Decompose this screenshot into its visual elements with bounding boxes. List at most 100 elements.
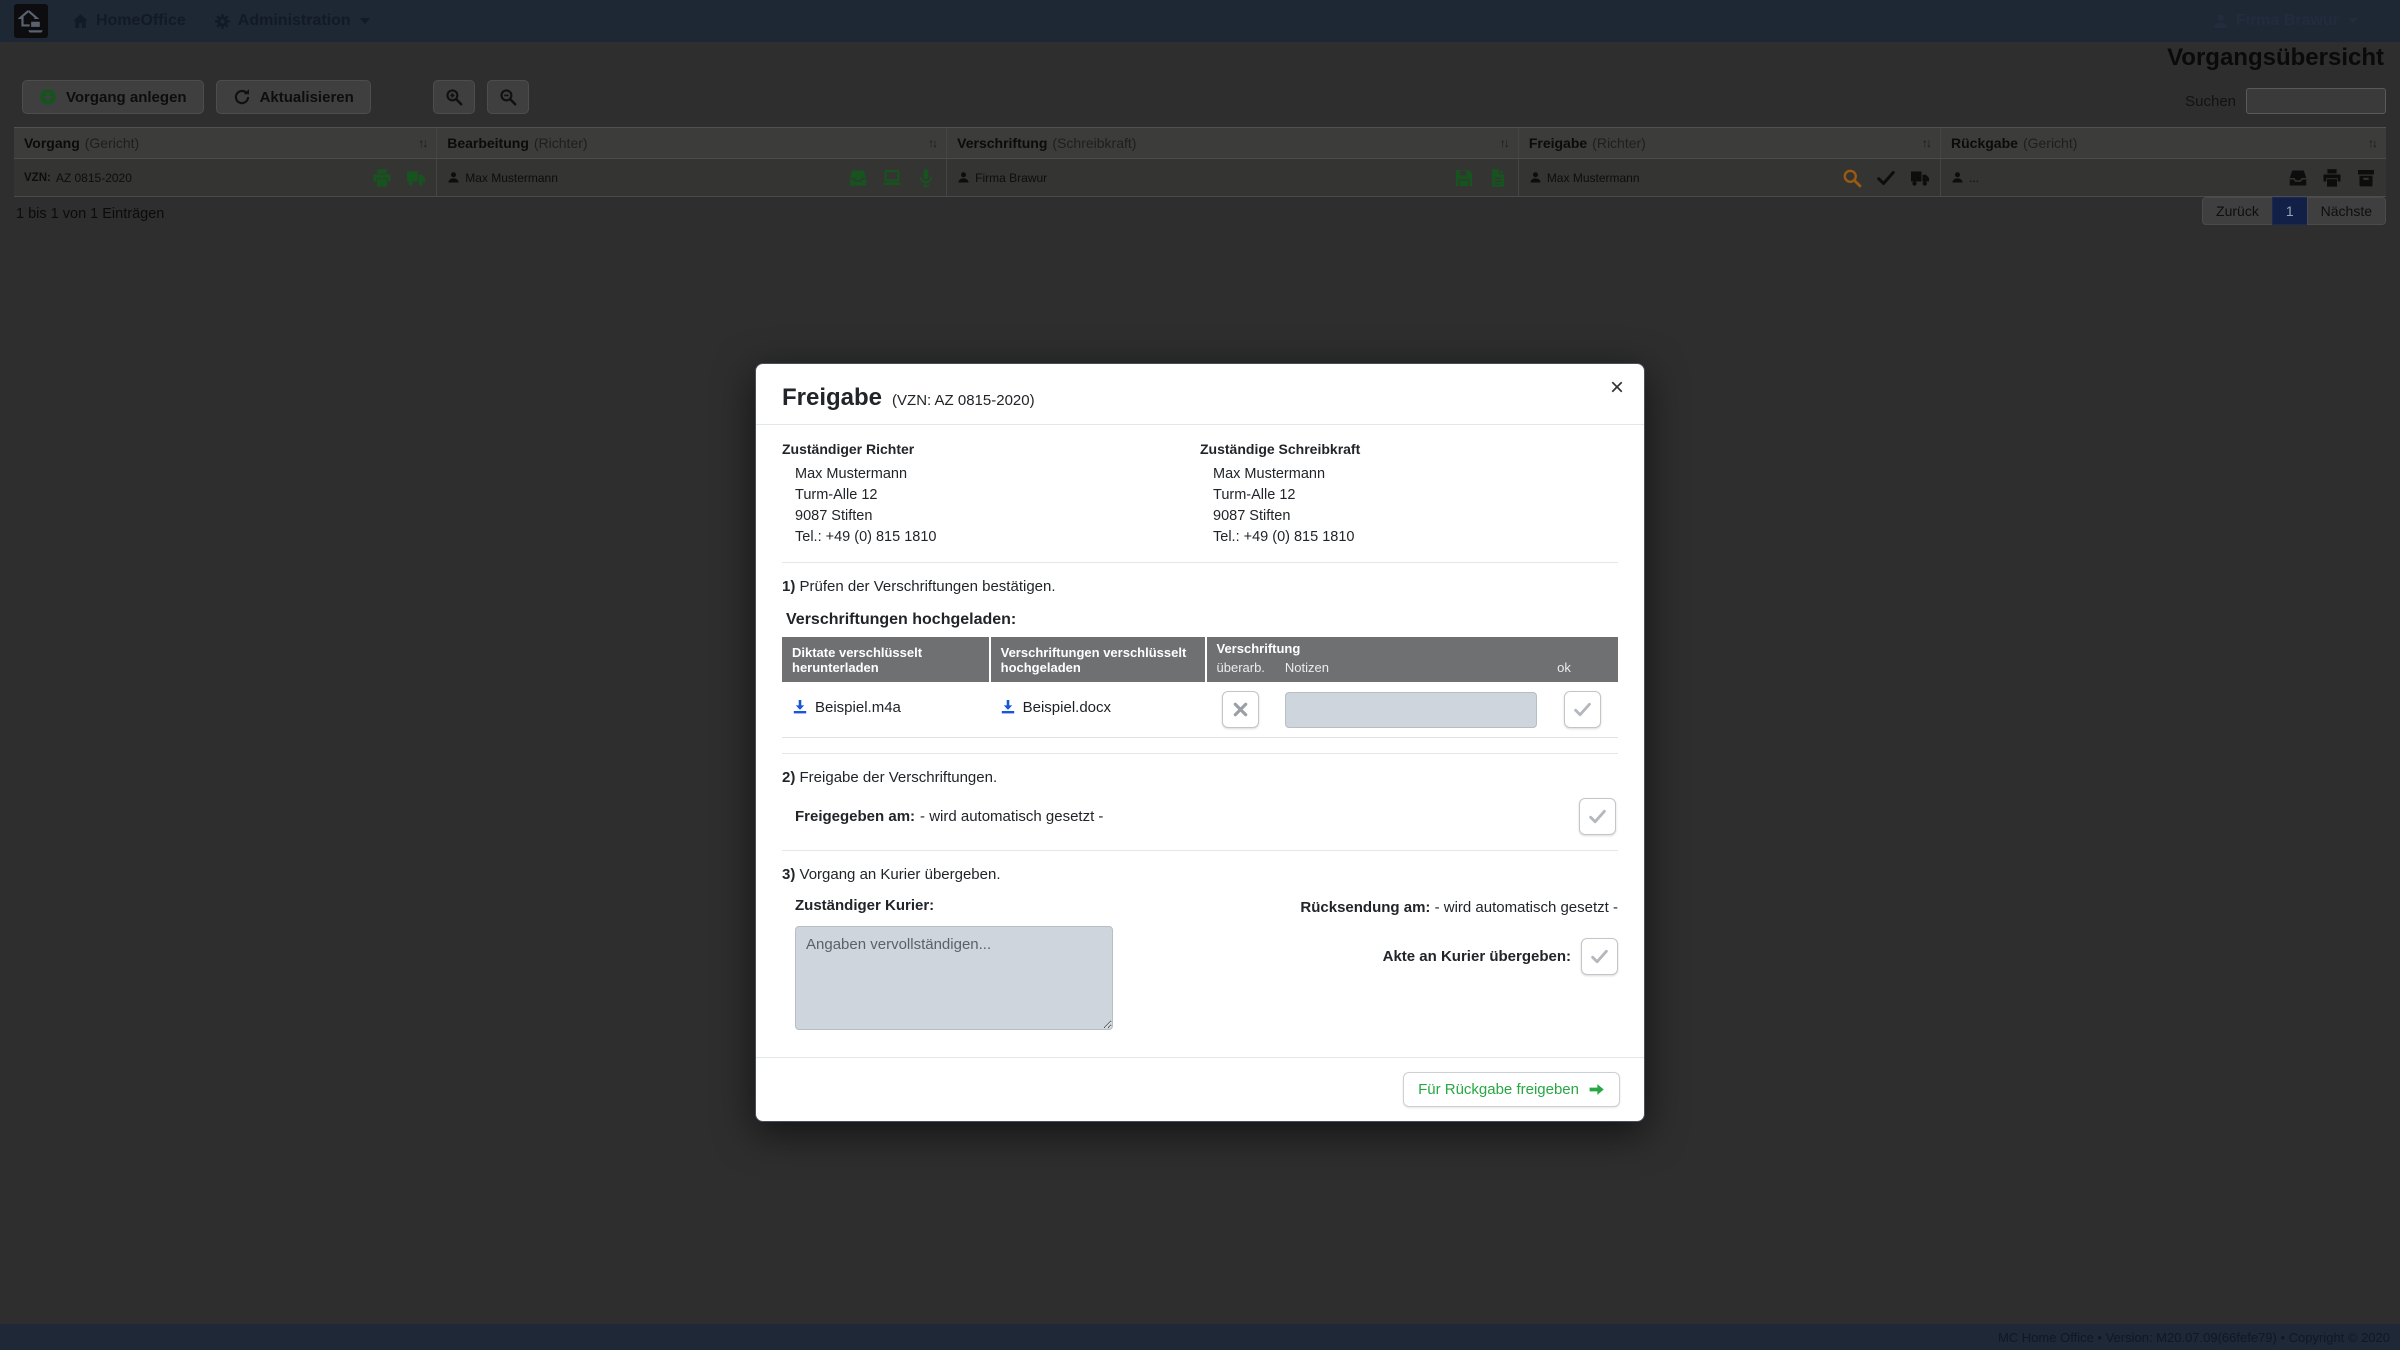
download-audio-link[interactable]: Beispiel.m4a — [792, 699, 901, 716]
schreibkraft-street: Turm-Alle 12 — [1213, 484, 1618, 505]
archive-icon[interactable] — [2356, 168, 2376, 188]
richter-contact: Zuständiger Richter Max Mustermann Turm-… — [782, 441, 1200, 547]
pagination-page-1[interactable]: 1 — [2272, 197, 2308, 225]
search-input[interactable] — [2246, 88, 2386, 114]
freigabe-modal: Freigabe (VZN: AZ 0815-2020) × Zuständig… — [755, 363, 1645, 1122]
table-header-row: Vorgang(Gericht) ↑↓ Bearbeitung(Richter)… — [14, 128, 2386, 159]
cell-bearbeitung: Max Mustermann — [436, 159, 946, 196]
printer-icon[interactable] — [372, 168, 392, 188]
ueberarbeiten-button[interactable] — [1222, 691, 1259, 728]
ruecksendung-row: Rücksendung am: - wird automatisch geset… — [1228, 899, 1618, 916]
check-icon — [1588, 807, 1607, 826]
microphone-icon[interactable] — [916, 168, 936, 188]
entries-info: 1 bis 1 von 1 Einträgen — [16, 206, 164, 222]
kurier-section: Zuständiger Kurier: Rücksendung am: - wi… — [782, 897, 1618, 1035]
sort-icon[interactable]: ↑↓ — [1922, 136, 1930, 150]
nav-administration[interactable]: Administration — [214, 12, 370, 30]
brand-label: HomeOffice — [96, 12, 186, 30]
modal-body: Zuständiger Richter Max Mustermann Turm-… — [756, 425, 1644, 1035]
sub-notizen-header: Notizen — [1275, 660, 1547, 682]
zoom-in-icon — [445, 88, 463, 106]
kurier-textarea[interactable] — [795, 926, 1113, 1030]
richter-heading: Zuständiger Richter — [782, 441, 1200, 457]
kurier-label: Zuständiger Kurier: — [795, 897, 1228, 914]
schreibkraft-heading: Zuständige Schreibkraft — [1200, 441, 1618, 457]
modal-title: Freigabe — [782, 384, 882, 412]
sub-ok-header: ok — [1547, 660, 1618, 682]
sort-icon[interactable]: ↑↓ — [2368, 136, 2376, 150]
step1-text: 1) Prüfen der Verschriftungen bestätigen… — [782, 578, 1618, 595]
table-row: VZN:AZ 0815-2020 Max Mustermann Firma Br… — [14, 159, 2386, 197]
user-icon — [447, 171, 460, 184]
ruecksendung-value: - wird automatisch gesetzt - — [1435, 899, 1618, 916]
home-office-logo-icon — [18, 8, 44, 34]
sort-icon[interactable]: ↑↓ — [418, 136, 426, 150]
upload-heading: Verschriftungen hochgeladen: — [786, 611, 1618, 629]
ok-check-button[interactable] — [1564, 691, 1601, 728]
version-info: MC Home Office • Version: M20.07.09(66fe… — [1998, 1330, 2390, 1345]
user-icon — [957, 171, 970, 184]
zoom-out-button[interactable] — [487, 80, 529, 114]
user-icon — [1529, 171, 1542, 184]
inbox-icon[interactable] — [2288, 168, 2308, 188]
richter-city: 9087 Stiften — [795, 505, 1200, 526]
create-vorgang-button[interactable]: Vorgang anlegen — [22, 80, 204, 114]
truck-icon[interactable] — [406, 168, 426, 188]
freigegeben-row: Freigegeben am: - wird automatisch geset… — [795, 798, 1618, 835]
richter-phone: Tel.: +49 (0) 815 1810 — [795, 526, 1200, 547]
sub-ueberarb-header: überarb. — [1206, 660, 1275, 682]
column-header-verschriftung[interactable]: Verschriftung(Schreibkraft) ↑↓ — [946, 128, 1518, 158]
column-header-bearbeitung[interactable]: Bearbeitung(Richter) ↑↓ — [436, 128, 946, 158]
administration-label: Administration — [238, 12, 351, 30]
submit-rueckgabe-button[interactable]: Für Rückgabe freigeben — [1403, 1072, 1620, 1107]
akte-check-button[interactable] — [1581, 938, 1618, 975]
refresh-button[interactable]: Aktualisieren — [216, 80, 371, 114]
column-header-freigabe[interactable]: Freigabe(Richter) ↑↓ — [1518, 128, 1940, 158]
printer-icon[interactable] — [2322, 168, 2342, 188]
contacts-section: Zuständiger Richter Max Mustermann Turm-… — [782, 441, 1618, 547]
zoom-in-button[interactable] — [433, 80, 475, 114]
search-icon[interactable] — [1842, 168, 1862, 188]
cell-vorgang: VZN:AZ 0815-2020 — [14, 159, 436, 196]
user-icon — [2212, 13, 2229, 30]
freigabe-check-button[interactable] — [1579, 798, 1616, 835]
page-title: Vorgangsübersicht — [2167, 44, 2384, 72]
truck-icon[interactable] — [1910, 168, 1930, 188]
zoom-out-icon — [499, 88, 517, 106]
gear-icon — [214, 13, 231, 30]
check-icon — [1573, 700, 1592, 719]
caret-down-icon — [2348, 18, 2358, 24]
close-icon[interactable]: × — [1610, 376, 1624, 400]
vorgang-table: Vorgang(Gericht) ↑↓ Bearbeitung(Richter)… — [14, 127, 2386, 197]
x-icon — [1231, 700, 1250, 719]
schreibkraft-city: 9087 Stiften — [1213, 505, 1618, 526]
check-icon[interactable] — [1876, 168, 1896, 188]
file-icon[interactable] — [1488, 168, 1508, 188]
column-header-vorgang[interactable]: Vorgang(Gericht) ↑↓ — [14, 128, 436, 158]
notizen-input[interactable] — [1285, 692, 1537, 728]
app-logo[interactable] — [14, 4, 48, 38]
sort-icon[interactable]: ↑↓ — [1500, 136, 1508, 150]
user-icon — [1951, 171, 1964, 184]
save-icon[interactable] — [1454, 168, 1474, 188]
column-header-rueckgabe[interactable]: Rückgabe(Gericht) ↑↓ — [1940, 128, 2386, 158]
user-menu[interactable]: Firma Brawur — [2212, 12, 2358, 30]
pagination-next-button[interactable]: Nächste — [2307, 197, 2386, 225]
step2-text: 2) Freigabe der Verschriftungen. — [782, 769, 1618, 786]
freigegeben-value: - wird automatisch gesetzt - — [920, 808, 1103, 825]
download-doc-link[interactable]: Beispiel.docx — [1000, 699, 1111, 716]
toolbar: Vorgang anlegen Aktualisieren — [22, 80, 529, 114]
akte-label: Akte an Kurier übergeben: — [1383, 948, 1571, 965]
freigegeben-label: Freigegeben am: — [795, 808, 915, 825]
richter-street: Turm-Alle 12 — [795, 484, 1200, 505]
inbox-icon[interactable] — [848, 168, 868, 188]
laptop-icon[interactable] — [882, 168, 902, 188]
pagination: Zurück 1 Nächste — [2202, 197, 2386, 225]
schreibkraft-phone: Tel.: +49 (0) 815 1810 — [1213, 526, 1618, 547]
cell-verschriftung: Firma Brawur — [946, 159, 1518, 196]
pagination-prev-button[interactable]: Zurück — [2202, 197, 2273, 225]
col-upload-header: Verschriftungen verschlüsselt hochgelade… — [990, 637, 1206, 682]
verschriftungen-table: Diktate verschlüsselt herunterladen Vers… — [782, 637, 1618, 738]
nav-home-office[interactable]: HomeOffice — [72, 12, 186, 30]
sort-icon[interactable]: ↑↓ — [928, 136, 936, 150]
